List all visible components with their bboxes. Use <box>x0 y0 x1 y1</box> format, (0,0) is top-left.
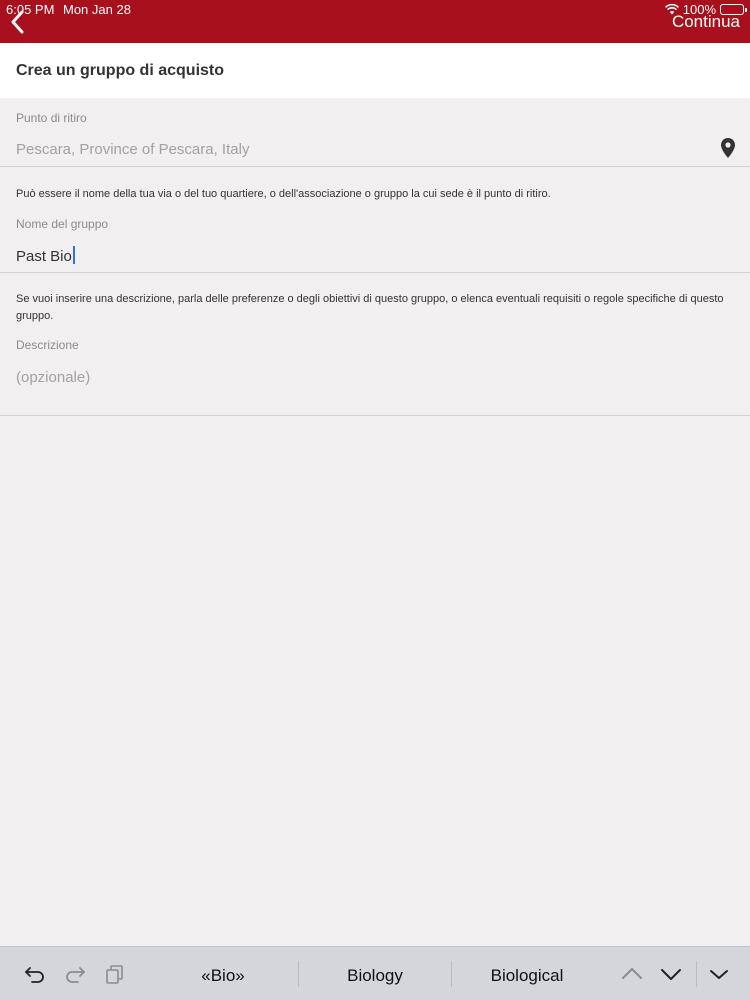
description-input[interactable]: (opzionale) <box>16 369 90 386</box>
pickup-label: Punto di ritiro <box>16 111 87 125</box>
group-name-value: Past Bio <box>16 248 72 265</box>
group-name-input[interactable]: Past Bio <box>16 246 75 265</box>
paste-icon[interactable] <box>104 964 126 984</box>
keyboard-suggestion-bar: «Bio» Biology Biological <box>0 946 750 1000</box>
dismiss-keyboard-icon[interactable] <box>708 965 730 983</box>
suggestion-1[interactable]: «Bio» <box>168 966 278 986</box>
undo-icon[interactable] <box>24 964 46 984</box>
page-header: Crea un gruppo di acquisto <box>0 43 750 98</box>
text-caret <box>72 246 75 264</box>
chevron-down-icon[interactable] <box>660 965 682 983</box>
status-date: Mon Jan 28 <box>63 2 131 17</box>
pickup-input[interactable]: Pescara, Province of Pescara, Italy <box>16 141 249 158</box>
chevron-up-icon[interactable] <box>621 965 643 983</box>
page-title: Crea un gruppo di acquisto <box>16 62 225 79</box>
divider <box>0 415 750 416</box>
suggestion-3[interactable]: Biological <box>462 966 592 986</box>
chevron-left-icon <box>11 10 24 34</box>
continue-button[interactable]: Continua <box>672 12 740 32</box>
suggestion-separator <box>451 961 452 987</box>
map-pin-icon[interactable] <box>721 138 735 158</box>
description-label: Descrizione <box>16 338 79 352</box>
divider <box>0 166 750 167</box>
back-button[interactable] <box>4 8 30 36</box>
top-bar: 6:05 PM Mon Jan 28 100% Continua <box>0 0 750 43</box>
group-name-label: Nome del gruppo <box>16 217 109 231</box>
divider <box>0 272 750 273</box>
suggestion-separator <box>298 961 299 987</box>
suggestion-2[interactable]: Biology <box>310 966 440 986</box>
redo-icon[interactable] <box>64 964 86 984</box>
description-hint: Se vuoi inserire una descrizione, parla … <box>16 293 724 322</box>
pickup-hint: Può essere il nome della tua via o del t… <box>16 188 551 200</box>
suggestion-separator <box>696 961 697 987</box>
